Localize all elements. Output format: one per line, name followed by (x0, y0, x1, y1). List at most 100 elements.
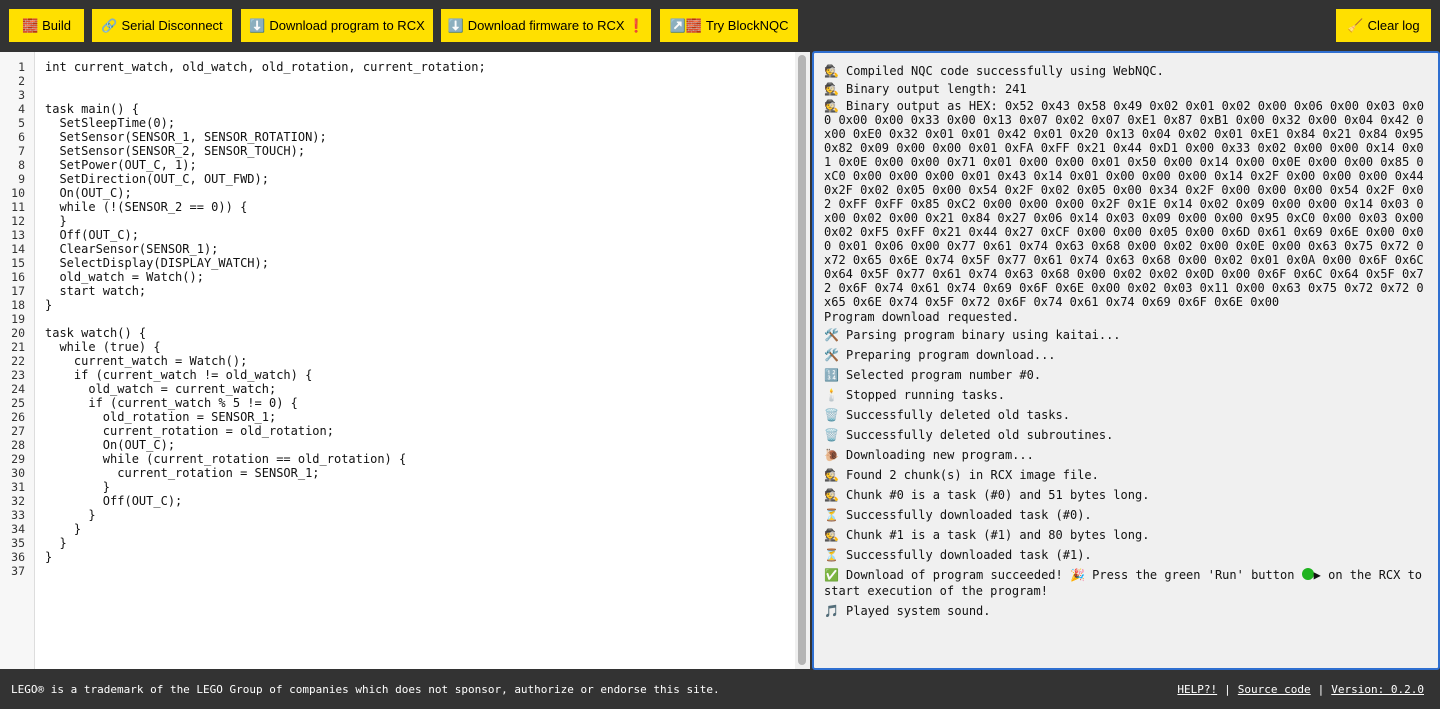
hourglass-icon: ⏳ (824, 508, 839, 522)
build-button-label: Build (42, 18, 72, 33)
log-entry: 🕵️ Chunk #0 is a task (#0) and 51 bytes l… (824, 487, 1429, 503)
log-text: Binary output length: 241 (846, 82, 1027, 96)
code-line: } (45, 508, 96, 522)
code-line: current_watch = Watch(); (45, 354, 248, 368)
serial-disconnect-button[interactable]: 🔗 Serial Disconnect (92, 9, 232, 42)
code-line: ClearSensor(SENSOR_1); (45, 242, 219, 256)
line-number: 20 (11, 326, 25, 340)
log-text: Download of program succeeded! 🎉 Press t… (846, 568, 1302, 582)
detective-icon: 🕵️ (824, 99, 839, 113)
line-number: 23 (11, 368, 25, 382)
code-line: } (45, 522, 82, 536)
build-button[interactable]: 🧱 Build (9, 9, 84, 42)
detective-icon: 🕵️ (824, 528, 839, 542)
line-number: 8 (18, 158, 25, 172)
line-number: 10 (11, 186, 25, 200)
log-text: Preparing program download... (846, 348, 1056, 362)
trash-icon: 🗑️ (824, 408, 839, 422)
code-line: SetPower(OUT_C, 1); (45, 158, 197, 172)
line-number: 13 (11, 228, 25, 242)
trash-icon: 🗑️ (824, 428, 839, 442)
editor-scrollbar-thumb[interactable] (798, 55, 806, 665)
numbers-icon: 🔢 (824, 368, 839, 382)
brick-icon: 🧱 (21, 18, 39, 33)
log-text: Selected program number #0. (846, 368, 1042, 382)
broom-icon: 🧹 (1347, 18, 1364, 33)
detective-icon: 🕵️ (824, 488, 839, 502)
line-number: 34 (11, 522, 25, 536)
clear-log-button[interactable]: 🧹 Clear log (1336, 9, 1431, 42)
external-link-brick-icon: ↗️🧱 (669, 18, 702, 33)
line-number: 7 (18, 144, 25, 158)
log-text: Played system sound. (846, 604, 991, 618)
link-icon: 🔗 (101, 18, 118, 33)
code-line: while (true) { (45, 340, 161, 354)
source-code-link[interactable]: Source code (1238, 683, 1311, 696)
clear-log-label: Clear log (1367, 18, 1420, 33)
try-blocknqc-label: Try BlockNQC (705, 18, 789, 33)
code-line: task watch() { (45, 326, 147, 340)
code-line: On(OUT_C); (45, 438, 176, 452)
log-entry: 🐌 Downloading new program... (824, 447, 1429, 463)
log-entry: 🕯️ Stopped running tasks. (824, 387, 1429, 403)
log-text: Compiled NQC code successfully using Web… (846, 64, 1164, 78)
footer: LEGO® is a trademark of the LEGO Group o… (0, 670, 1440, 709)
log-entry: 🕵️ Chunk #1 is a task (#1) and 80 bytes l… (824, 527, 1429, 543)
line-number: 14 (11, 242, 25, 256)
line-number: 32 (11, 494, 25, 508)
log-entry: ⏳ Successfully downloaded task (#1). (824, 547, 1429, 563)
help-link[interactable]: HELP?! (1177, 683, 1217, 696)
log-text: Stopped running tasks. (846, 388, 1005, 402)
music-note-icon: 🎵 (824, 604, 839, 618)
download-program-label: Download program to RCX (269, 18, 425, 33)
trademark-notice: LEGO® is a trademark of the LEGO Group o… (11, 683, 720, 696)
code-line: current_rotation = SENSOR_1; (45, 466, 320, 480)
code-line: if (current_watch % 5 != 0) { (45, 396, 298, 410)
detective-icon: 🕵️ (824, 82, 839, 96)
candle-icon: 🕯️ (824, 388, 839, 402)
code-line: SetDirection(OUT_C, OUT_FWD); (45, 172, 269, 186)
run-triangle-icon: ▶ (1313, 568, 1321, 582)
version-link[interactable]: Version: 0.2.0 (1331, 683, 1424, 696)
line-number: 37 (11, 564, 25, 578)
code-editor[interactable]: 1 2 3 4 5 6 7 8 9 10 11 12 13 14 15 16 17 18 19 20 21 22 23 24 2… (0, 52, 810, 669)
log-entry: 🗑️ Successfully deleted old tasks. (824, 407, 1429, 423)
line-number: 22 (11, 354, 25, 368)
download-arrow-icon: ⬇️ (249, 18, 266, 33)
log-hex-output: Binary output as HEX: 0x52 0x43 0x58 0x4… (824, 99, 1431, 309)
hourglass-icon: ⏳ (824, 548, 839, 562)
toolbar: 🧱 Build 🔗 Serial Disconnect ⬇️ Download … (0, 0, 1440, 51)
log-text: Chunk #1 is a task (#1) and 80 bytes lon… (846, 528, 1150, 542)
footer-separator: | (1224, 683, 1231, 696)
line-number: 28 (11, 438, 25, 452)
download-arrow-icon: ⬇️ (447, 18, 464, 33)
try-blocknqc-button[interactable]: ↗️🧱 Try BlockNQC (660, 9, 798, 42)
line-number: 3 (18, 88, 25, 102)
editor-scrollbar[interactable] (795, 52, 810, 669)
line-number: 27 (11, 424, 25, 438)
line-number: 17 (11, 284, 25, 298)
line-number: 21 (11, 340, 25, 354)
log-entry: Program download requested. (824, 309, 1429, 325)
code-line: old_rotation = SENSOR_1; (45, 410, 277, 424)
code-text-area[interactable]: int current_watch, old_watch, old_rotati… (45, 60, 790, 578)
check-mark-icon: ✅ (824, 568, 839, 582)
code-line: SetSensor(SENSOR_2, SENSOR_TOUCH); (45, 144, 306, 158)
log-entry: ✅ Download of program succeeded! 🎉 Press … (824, 567, 1429, 599)
log-panel[interactable]: 🕵️ Compiled NQC code successfully using W… (812, 51, 1440, 670)
line-number: 11 (11, 200, 25, 214)
line-number: 1 (18, 60, 25, 74)
log-text: Found 2 chunk(s) in RCX image file. (846, 468, 1099, 482)
line-number: 24 (11, 382, 25, 396)
code-line: Off(OUT_C); (45, 228, 139, 242)
serial-disconnect-label: Serial Disconnect (121, 18, 223, 33)
code-line: int current_watch, old_watch, old_rotati… (45, 60, 486, 74)
download-firmware-button[interactable]: ⬇️ Download firmware to RCX ❗ (441, 9, 651, 42)
download-program-button[interactable]: ⬇️ Download program to RCX (241, 9, 433, 42)
code-line: task main() { (45, 102, 139, 116)
log-text: Parsing program binary using kaitai... (846, 328, 1121, 342)
code-line: SetSleepTime(0); (45, 116, 176, 130)
log-entry: 🕵️ Compiled NQC code successfully using W… (824, 63, 1429, 79)
code-line: while (current_rotation == old_rotation)… (45, 452, 407, 466)
